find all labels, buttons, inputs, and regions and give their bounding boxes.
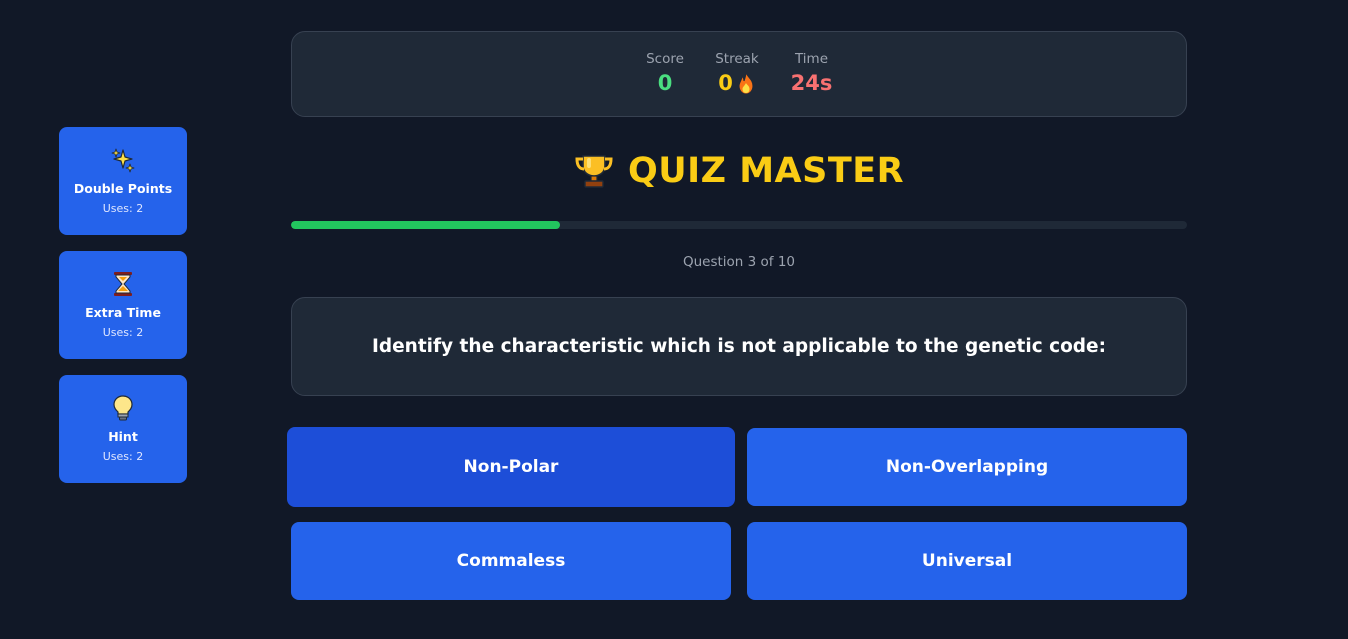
streak-value: 0 xyxy=(718,71,733,95)
title-row: QUIZ MASTER xyxy=(291,146,1187,196)
powerup-name: Double Points xyxy=(73,181,173,196)
time-stat: Time 24s xyxy=(789,50,834,98)
hourglass-icon xyxy=(110,271,136,297)
powerup-uses: Uses: 2 xyxy=(102,326,144,339)
powerup-extra-time-button[interactable]: Extra Time Uses: 2 xyxy=(59,251,187,359)
stats-card: Score 0 Streak 0 Time 24s xyxy=(291,31,1187,117)
question-text: Identify the characteristic which is not… xyxy=(371,336,1106,357)
score-label: Score xyxy=(646,51,684,67)
fire-icon xyxy=(736,71,756,95)
time-value: 24s xyxy=(790,71,833,95)
powerup-name: Hint xyxy=(108,429,138,444)
question-counter: Question 3 of 10 xyxy=(682,254,796,270)
powerup-name: Extra Time xyxy=(85,305,161,320)
score-value: 0 xyxy=(657,71,673,95)
streak-value-row: 0 xyxy=(712,68,762,98)
powerup-uses: Uses: 2 xyxy=(102,450,144,463)
lightbulb-icon xyxy=(110,395,136,421)
progress-bar-fill xyxy=(291,221,560,229)
answer-option-3-button[interactable]: Commaless xyxy=(291,522,731,600)
progress-bar xyxy=(291,221,1187,229)
powerup-hint-button[interactable]: Hint Uses: 2 xyxy=(59,375,187,483)
streak-stat: Streak 0 xyxy=(712,50,762,98)
powerup-double-points-button[interactable]: Double Points Uses: 2 xyxy=(59,127,187,235)
streak-label: Streak xyxy=(715,51,759,67)
answer-option-4-button[interactable]: Universal xyxy=(747,522,1187,600)
time-label: Time xyxy=(794,51,829,67)
trophy-icon xyxy=(574,151,614,191)
answer-option-2-button[interactable]: Non-Overlapping xyxy=(747,428,1187,506)
quiz-app: Double Points Uses: 2 Extra Time Uses: 2… xyxy=(0,0,1348,639)
answer-option-1-button[interactable]: Non-Polar xyxy=(287,427,735,507)
powerup-uses: Uses: 2 xyxy=(102,202,144,215)
sparkles-icon xyxy=(110,147,136,173)
score-stat: Score 0 xyxy=(645,50,685,98)
question-card: Identify the characteristic which is not… xyxy=(291,297,1187,396)
page-title: QUIZ MASTER xyxy=(627,151,905,191)
